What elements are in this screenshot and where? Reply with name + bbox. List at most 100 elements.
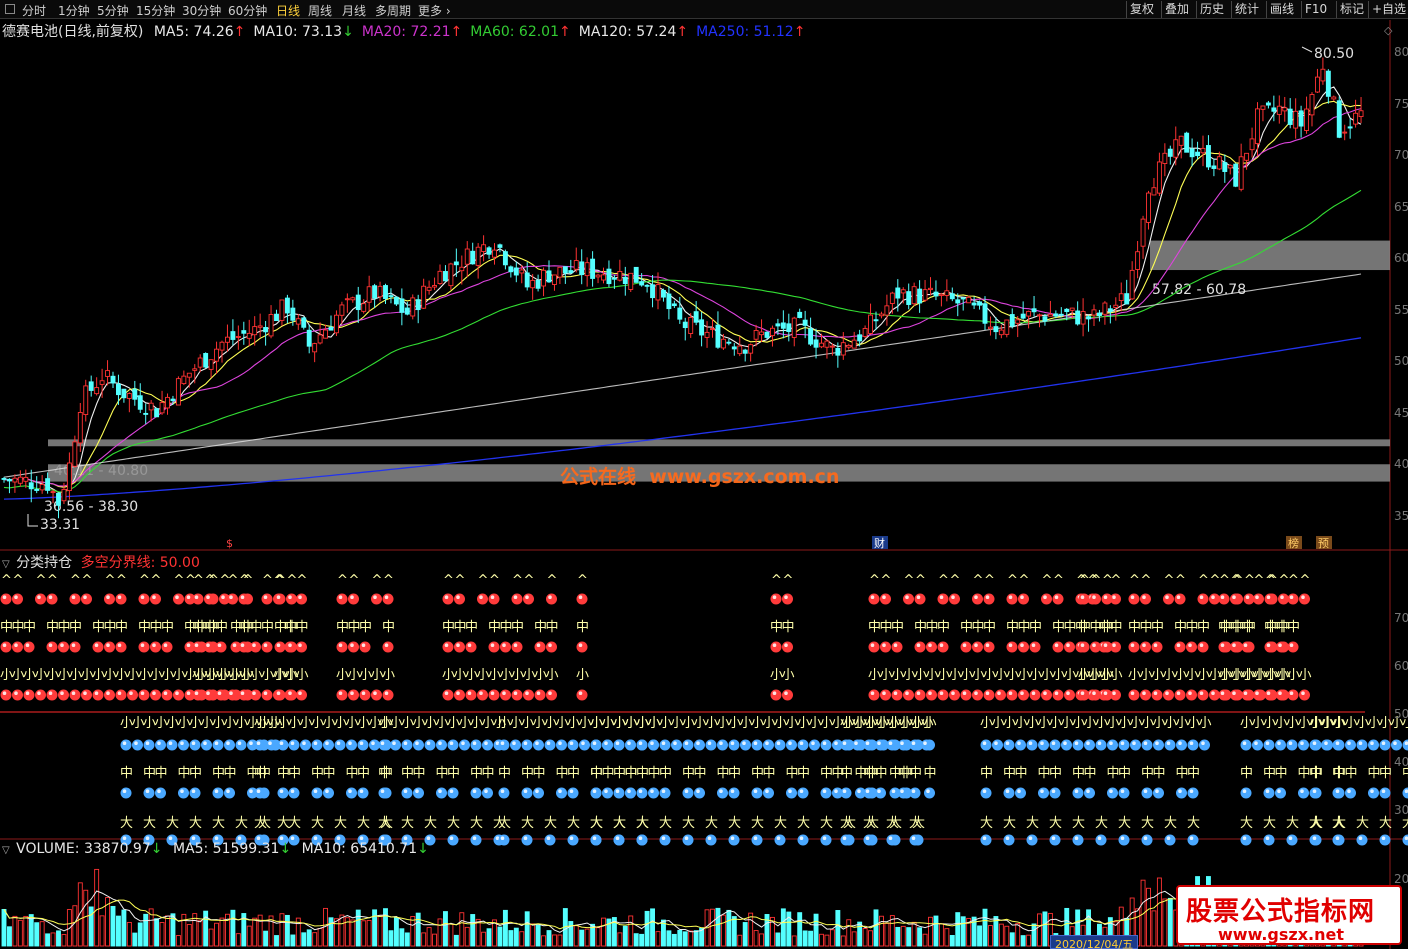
candle-body bbox=[829, 345, 835, 348]
candle-body bbox=[1086, 316, 1092, 320]
blue-ball bbox=[682, 787, 694, 799]
up-arrow-icon: ↑ bbox=[676, 24, 689, 40]
candle-body bbox=[1205, 145, 1211, 168]
blue-ball bbox=[705, 834, 717, 846]
volume-bar bbox=[252, 917, 258, 947]
candle-body bbox=[557, 266, 563, 278]
red-ball bbox=[454, 641, 465, 653]
volume-bar bbox=[426, 927, 432, 947]
big-glyph: 大 bbox=[636, 816, 649, 831]
volume-bar bbox=[230, 909, 236, 947]
blue-ball bbox=[521, 739, 533, 751]
blue-ball bbox=[201, 739, 212, 751]
candle-body bbox=[917, 288, 923, 304]
collapse-icon[interactable]: ▽ bbox=[2, 845, 10, 856]
volume-bar bbox=[383, 908, 388, 947]
down-arrow-icon: ↓ bbox=[417, 841, 429, 857]
volume-bar bbox=[824, 934, 830, 947]
dividend-marker: $ bbox=[226, 537, 233, 550]
candle-body bbox=[126, 393, 132, 399]
red-ball bbox=[204, 593, 215, 605]
blue-ball bbox=[751, 834, 763, 846]
red-ball bbox=[204, 689, 215, 701]
red-ball bbox=[359, 641, 371, 653]
candle-body bbox=[868, 314, 873, 334]
candle-body bbox=[12, 477, 18, 483]
blue-ball bbox=[510, 739, 521, 751]
volume-bar bbox=[186, 924, 192, 947]
blue-ball bbox=[521, 787, 533, 799]
red-ball bbox=[1052, 593, 1064, 605]
red-ball-shine bbox=[1092, 643, 1096, 647]
blue-ball bbox=[728, 787, 740, 799]
mid-glyph: 中 bbox=[161, 620, 174, 635]
red-ball bbox=[286, 689, 297, 701]
volume-bar bbox=[83, 889, 89, 947]
blue-ball-shine bbox=[546, 741, 551, 745]
blue-ball-shine bbox=[650, 789, 654, 793]
blue-ball bbox=[1402, 834, 1408, 846]
forecast-marker: 预 bbox=[1318, 537, 1329, 550]
blue-ball-shine bbox=[256, 741, 261, 745]
blue-ball-shine bbox=[730, 789, 735, 793]
blue-ball-shine bbox=[122, 836, 127, 840]
blue-ball-shine bbox=[484, 741, 488, 745]
blue-ball bbox=[682, 739, 694, 751]
candle-body bbox=[966, 296, 972, 304]
red-ball bbox=[523, 593, 534, 605]
candle-body bbox=[448, 263, 454, 287]
blue-ball bbox=[567, 834, 579, 846]
volume-bar bbox=[99, 915, 105, 947]
red-ball bbox=[192, 593, 204, 605]
red-ball bbox=[296, 641, 307, 653]
big-glyph: 大 bbox=[1356, 816, 1369, 831]
blue-ball bbox=[613, 787, 625, 799]
red-ball bbox=[511, 641, 523, 653]
blue-ball-shine bbox=[1017, 741, 1021, 745]
red-ball bbox=[960, 689, 972, 701]
volume-bar bbox=[12, 915, 18, 947]
blue-ball bbox=[224, 787, 235, 799]
candle-body bbox=[317, 334, 323, 344]
volume-ma10: MA10: 65410.71↓ bbox=[302, 841, 435, 857]
volume-bar bbox=[862, 927, 868, 947]
red-ball bbox=[1128, 689, 1140, 701]
red-ball-shine bbox=[60, 691, 64, 695]
blue-ball-shine bbox=[1300, 741, 1304, 745]
blue-ball bbox=[774, 739, 786, 751]
volume-bar bbox=[568, 921, 574, 947]
caret-glyph: ^ bbox=[1129, 573, 1140, 588]
brand-badge[interactable]: 股票公式指标网 www.gszx.net bbox=[1176, 885, 1402, 945]
red-ball bbox=[92, 641, 104, 653]
blue-ball bbox=[470, 787, 482, 799]
red-ball-shine bbox=[916, 595, 921, 599]
blue-ball-shine bbox=[1324, 741, 1328, 745]
chart-settings-icon[interactable]: ◇ bbox=[1384, 24, 1392, 37]
red-ball-shine bbox=[1103, 643, 1108, 647]
blue-ball bbox=[682, 834, 694, 846]
blue-ball-shine bbox=[380, 836, 385, 840]
caret-glyph: ^ bbox=[1042, 573, 1053, 588]
blue-ball bbox=[1333, 739, 1345, 751]
holdings-title: 分类持仓 bbox=[16, 555, 73, 571]
candle-body bbox=[224, 336, 230, 343]
list-marker: 榜 bbox=[1288, 536, 1299, 550]
blue-ball-shine bbox=[237, 741, 242, 745]
mid-glyph: 中 bbox=[533, 766, 546, 781]
red-ball-shine bbox=[784, 691, 788, 695]
mid-glyph: 中 bbox=[625, 766, 638, 781]
candle-body bbox=[372, 285, 378, 299]
red-ball bbox=[1128, 593, 1140, 605]
blue-ball bbox=[436, 739, 447, 751]
candle-body bbox=[241, 330, 247, 334]
volume-bar bbox=[197, 920, 203, 947]
blue-ball bbox=[132, 739, 143, 751]
volume-bar bbox=[688, 930, 694, 947]
collapse-icon[interactable]: ▽ bbox=[2, 559, 10, 570]
blue-ball bbox=[447, 787, 459, 799]
red-ball-shine bbox=[1280, 595, 1284, 599]
candle-body bbox=[39, 483, 45, 491]
blue-ball-shine bbox=[523, 741, 528, 745]
candle-body bbox=[819, 342, 824, 348]
volume-bar bbox=[835, 910, 841, 947]
